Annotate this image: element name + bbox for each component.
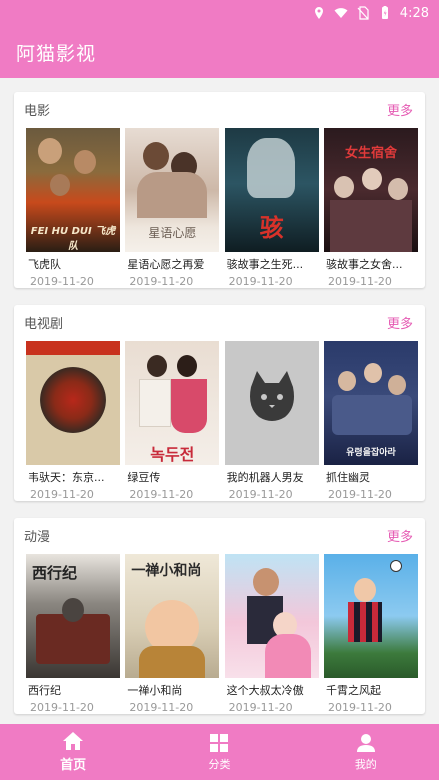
card-title: 抓住幽灵: [325, 471, 370, 484]
card-title: 韦驮天：东京...: [28, 471, 105, 484]
media-card[interactable]: 我的机器人男友 2019-11-20: [224, 341, 319, 501]
more-link[interactable]: 更多: [387, 100, 413, 119]
card-date: 2019-11-20: [228, 701, 293, 714]
media-card[interactable]: 星语心愿 星语心愿之再爱 2019-11-20: [125, 128, 220, 288]
app-title: 阿猫影视: [16, 42, 97, 65]
grid-icon: [210, 733, 229, 752]
section-movies: 电影 更多 FEI HU DUI 飞虎队 飞虎队 2019-11-20 星语心愿…: [14, 92, 425, 288]
section-tv-series: 电视剧 更多 韦驮天：东京... 2019-11-20 녹두전 绿豆传 2019…: [14, 305, 425, 501]
card-date: 2019-11-20: [228, 275, 293, 288]
media-card[interactable]: 韦驮天：东京... 2019-11-20: [26, 341, 120, 501]
media-card[interactable]: 유령을잡아라 抓住幽灵 2019-11-20: [323, 341, 418, 501]
battery-icon: [381, 6, 388, 19]
tab-category[interactable]: 分类: [146, 724, 292, 780]
card-date: 2019-11-20: [129, 701, 194, 714]
section-header: 电视剧 更多: [14, 305, 425, 339]
location-icon: [314, 7, 323, 19]
poster-caption: 녹두전: [150, 445, 195, 464]
card-date: 2019-11-20: [327, 488, 392, 501]
card-title: 星语心愿之再爱: [127, 258, 205, 271]
poster-image: 星语心愿: [125, 128, 220, 252]
card-title: 骇故事之生死...: [226, 258, 304, 271]
poster-caption: FEI HU DUI 飞虎队: [30, 226, 116, 252]
media-card[interactable]: 西行纪 西行纪 2019-11-20: [26, 554, 120, 714]
poster-image: FEI HU DUI 飞虎队: [26, 128, 120, 252]
card-title: 千霄之风起: [325, 684, 381, 697]
poster-image: 一禅小和尚: [125, 554, 220, 678]
card-title: 一禅小和尚: [127, 684, 183, 697]
section-title: 电影: [24, 103, 51, 119]
section-header: 电影 更多: [14, 92, 425, 126]
card-row: FEI HU DUI 飞虎队 飞虎队 2019-11-20 星语心愿 星语心愿之…: [26, 128, 418, 288]
card-title: 西行纪: [28, 684, 61, 697]
tab-label: 分类: [208, 757, 231, 771]
card-row: 韦驮天：东京... 2019-11-20 녹두전 绿豆传 2019-11-20: [26, 341, 418, 501]
more-link[interactable]: 更多: [387, 313, 413, 332]
poster-image: 녹두전: [125, 341, 220, 465]
tab-label: 我的: [354, 757, 377, 771]
card-date: 2019-11-20: [30, 701, 94, 714]
card-title: 这个大叔太冷傲: [226, 684, 304, 697]
section-title: 动漫: [24, 529, 51, 545]
tab-label: 首页: [60, 758, 87, 773]
more-link[interactable]: 更多: [387, 526, 413, 545]
poster-image: [323, 554, 418, 678]
tab-home[interactable]: 首页: [0, 724, 146, 780]
status-bar: 4:28: [0, 0, 439, 26]
card-date: 2019-11-20: [30, 275, 94, 288]
poster-image: 西行纪: [26, 554, 120, 678]
poster-caption: 一禅小和尚: [131, 563, 202, 579]
media-card[interactable]: 一禅小和尚 一禅小和尚 2019-11-20: [125, 554, 220, 714]
poster-caption: 유령을잡아라: [346, 448, 396, 458]
home-icon: [63, 732, 84, 750]
poster-image: 女生宿舍: [323, 128, 418, 252]
poster-image: [224, 554, 319, 678]
card-date: 2019-11-20: [327, 701, 392, 714]
card-date: 2019-11-20: [327, 275, 392, 288]
wifi-icon: [334, 8, 348, 18]
user-icon: [356, 733, 375, 752]
poster-image: 유령을잡아라: [323, 341, 418, 465]
media-card[interactable]: 女生宿舍 骇故事之女舍... 2019-11-20: [323, 128, 418, 288]
media-card[interactable]: 녹두전 绿豆传 2019-11-20: [125, 341, 220, 501]
section-header: 动漫 更多: [14, 518, 425, 552]
no-sim-icon: [357, 6, 369, 20]
card-date: 2019-11-20: [129, 488, 194, 501]
poster-caption: 西行纪: [32, 564, 78, 582]
tab-mine[interactable]: 我的: [293, 724, 439, 780]
card-title: 骇故事之女舍...: [325, 258, 403, 271]
media-card[interactable]: 这个大叔太冷傲 2019-11-20: [224, 554, 319, 714]
cat-placeholder-icon: [249, 371, 294, 421]
card-date: 2019-11-20: [129, 275, 194, 288]
card-date: 2019-11-20: [228, 488, 293, 501]
poster-caption: 骇: [259, 214, 284, 242]
status-time: 4:28: [399, 5, 429, 21]
app-bar: 阿猫影视: [0, 26, 439, 78]
card-title: 我的机器人男友: [226, 471, 304, 484]
card-title: 飞虎队: [28, 258, 61, 271]
card-date: 2019-11-20: [30, 488, 94, 501]
media-card[interactable]: 骇 骇故事之生死... 2019-11-20: [224, 128, 319, 288]
section-title: 电视剧: [24, 316, 64, 332]
bottom-tab-bar: 首页 分类 我的: [0, 724, 439, 780]
media-card[interactable]: FEI HU DUI 飞虎队 飞虎队 2019-11-20: [26, 128, 120, 288]
poster-caption: 星语心愿: [148, 226, 197, 240]
media-card[interactable]: 千霄之风起 2019-11-20: [323, 554, 418, 714]
poster-image: [224, 341, 319, 465]
card-title: 绿豆传: [127, 471, 161, 484]
poster-image: 骇: [224, 128, 319, 252]
poster-image: [26, 341, 120, 465]
section-anime: 动漫 更多 西行纪 西行纪 2019-11-20 一禅小和尚 一禅小和尚 201…: [14, 518, 425, 714]
content-area[interactable]: 电影 更多 FEI HU DUI 飞虎队 飞虎队 2019-11-20 星语心愿…: [0, 78, 439, 724]
card-row: 西行纪 西行纪 2019-11-20 一禅小和尚 一禅小和尚 2019-11-2…: [26, 554, 418, 714]
poster-caption: 女生宿舍: [344, 146, 397, 161]
